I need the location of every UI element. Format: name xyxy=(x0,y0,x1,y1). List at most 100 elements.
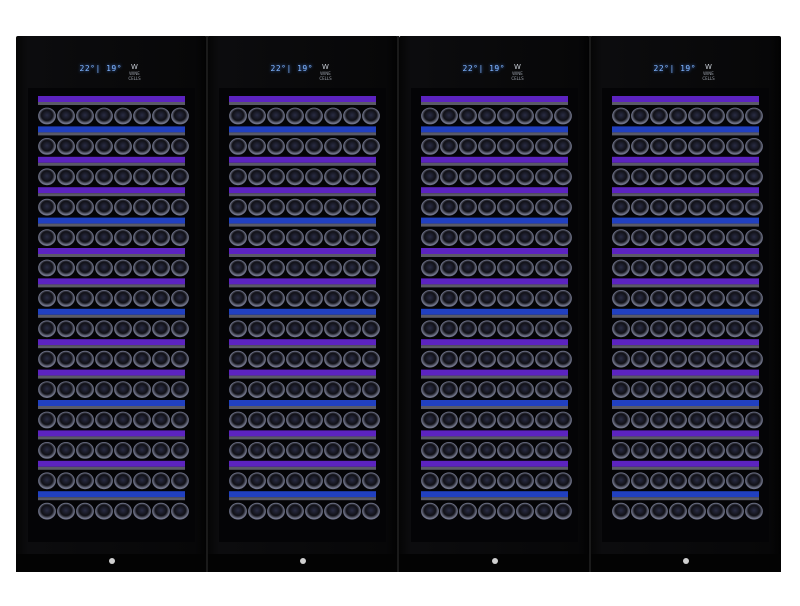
shelf-rail[interactable] xyxy=(229,102,376,105)
shelf-rail[interactable] xyxy=(38,345,185,349)
wine-bottle xyxy=(421,502,439,520)
shelf-rail[interactable] xyxy=(421,436,568,440)
shelf-rail[interactable] xyxy=(421,314,568,318)
led-strip xyxy=(229,460,376,467)
shelf-rail[interactable] xyxy=(229,162,376,166)
wine-bottle xyxy=(286,502,304,520)
shelf-rail[interactable] xyxy=(229,406,376,409)
shelf-rail[interactable] xyxy=(612,193,759,197)
shelf-rail[interactable] xyxy=(421,375,568,379)
shelf-rail[interactable] xyxy=(612,102,759,105)
shelf-rail[interactable] xyxy=(38,375,185,379)
wine-bottle xyxy=(152,107,170,125)
shelf-rail[interactable] xyxy=(612,375,759,379)
shelf-rail[interactable] xyxy=(38,284,185,288)
shelf-rail[interactable] xyxy=(421,466,568,470)
door-lock-icon[interactable] xyxy=(299,558,306,564)
shelf-rail[interactable] xyxy=(229,284,376,288)
shelf-rail[interactable] xyxy=(38,497,185,501)
shelf-rail[interactable] xyxy=(421,223,568,227)
shelf-rail[interactable] xyxy=(612,345,759,349)
wine-bottle xyxy=(669,502,687,520)
shelf-rail[interactable] xyxy=(38,102,185,105)
wine-bottle xyxy=(76,411,94,429)
shelf-rail[interactable] xyxy=(38,223,185,227)
shelf-rail[interactable] xyxy=(421,102,568,105)
shelf-rail[interactable] xyxy=(229,254,376,257)
shelf-rail[interactable] xyxy=(38,466,185,470)
shelf-rail[interactable] xyxy=(229,497,376,501)
shelf-rail[interactable] xyxy=(612,406,759,409)
wine-bottle xyxy=(57,381,75,399)
led-strip xyxy=(421,278,568,285)
wine-bottle xyxy=(726,411,744,429)
wine-bottle xyxy=(516,502,534,520)
led-strip xyxy=(229,126,376,133)
shelf-rail[interactable] xyxy=(229,375,376,379)
wine-bottle xyxy=(114,259,132,277)
shelf-rail[interactable] xyxy=(38,162,185,166)
wine-bottle xyxy=(554,229,572,247)
wine-bottle xyxy=(631,168,649,186)
shelf-rail[interactable] xyxy=(229,466,376,470)
wine-bottle xyxy=(267,350,285,368)
shelf-rail[interactable] xyxy=(38,406,185,409)
shelf-rail[interactable] xyxy=(421,193,568,197)
shelf-rail[interactable] xyxy=(38,314,185,318)
shelf-rail[interactable] xyxy=(421,406,568,409)
shelf-rail[interactable] xyxy=(421,162,568,166)
wine-bottle xyxy=(95,289,113,307)
wine-bottle xyxy=(726,381,744,399)
wine-bottle xyxy=(152,441,170,459)
wine-bottle xyxy=(478,381,496,399)
shelf-rail[interactable] xyxy=(612,132,759,136)
shelf-rail[interactable] xyxy=(229,345,376,349)
wine-bottle xyxy=(38,259,56,277)
wine-bottle xyxy=(57,168,75,186)
shelf-rail[interactable] xyxy=(612,497,759,501)
shelf-rail[interactable] xyxy=(229,193,376,197)
shelf-rail[interactable] xyxy=(612,436,759,440)
door-lock-icon[interactable] xyxy=(491,558,498,564)
shelf-rail[interactable] xyxy=(421,284,568,288)
shelf-rail[interactable] xyxy=(38,254,185,257)
wine-bottle xyxy=(57,259,75,277)
door-lock-icon[interactable] xyxy=(108,558,115,564)
wine-bottle xyxy=(669,289,687,307)
shelf-rail[interactable] xyxy=(421,254,568,257)
wine-bottle xyxy=(612,411,630,429)
wine-bottle xyxy=(171,502,189,520)
shelf-rail[interactable] xyxy=(612,162,759,166)
shelf-rail[interactable] xyxy=(38,193,185,197)
wine-bottle xyxy=(459,138,477,155)
wine-bottle xyxy=(324,441,342,459)
shelf-rail[interactable] xyxy=(38,132,185,136)
shelf-rail[interactable] xyxy=(612,284,759,288)
shelf-rail[interactable] xyxy=(612,254,759,257)
wine-bottle xyxy=(516,441,534,459)
wine-bottle xyxy=(554,198,572,216)
wine-bottle xyxy=(535,138,553,155)
wine-bottle xyxy=(324,472,342,490)
wine-bottle xyxy=(305,441,323,459)
shelf-rail[interactable] xyxy=(612,314,759,318)
shelf-rail[interactable] xyxy=(421,345,568,349)
shelf-rail[interactable] xyxy=(229,436,376,440)
led-strip xyxy=(612,156,759,163)
shelves-svg xyxy=(612,96,763,520)
wine-bottle xyxy=(57,198,75,216)
wine-bottle xyxy=(267,381,285,399)
shelf-rail[interactable] xyxy=(229,223,376,227)
wine-bottle xyxy=(229,107,247,125)
wine-bottle xyxy=(669,229,687,247)
shelf-rail[interactable] xyxy=(229,132,376,136)
wine-bottle xyxy=(133,198,151,216)
shelf-rail[interactable] xyxy=(421,132,568,136)
shelf-rail[interactable] xyxy=(421,497,568,501)
shelf-rail[interactable] xyxy=(612,223,759,227)
door-lock-icon[interactable] xyxy=(682,558,689,564)
shelf-rail[interactable] xyxy=(229,314,376,318)
wine-bottle xyxy=(688,138,706,155)
shelf-rail[interactable] xyxy=(612,466,759,470)
shelf-rail[interactable] xyxy=(38,436,185,440)
